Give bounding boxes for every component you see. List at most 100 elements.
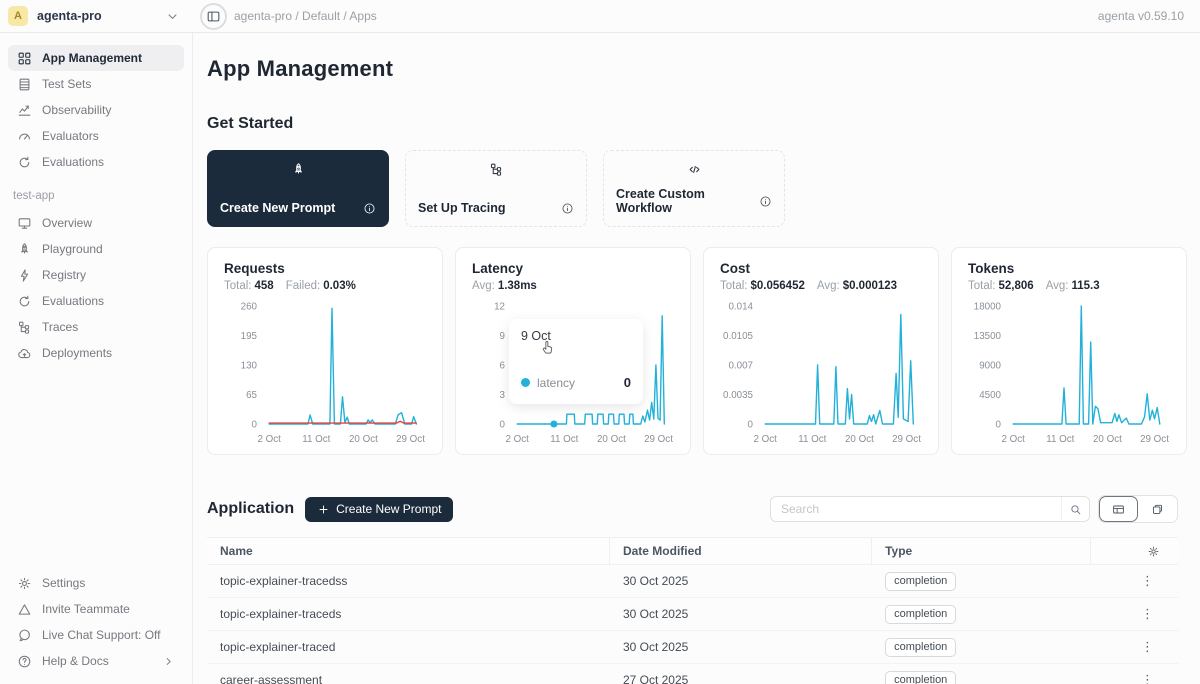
svg-text:2 Oct: 2 Oct (1001, 434, 1025, 445)
view-toggle (1098, 495, 1178, 523)
sidebar-item-live-chat-support-off[interactable]: Live Chat Support: Off (8, 622, 184, 648)
row-menu-button[interactable]: ⋮ (1137, 639, 1158, 655)
column-settings-cell (1091, 538, 1178, 564)
row-menu-button[interactable]: ⋮ (1137, 606, 1158, 622)
actions-cell: ⋮ (1091, 573, 1178, 589)
table-row[interactable]: topic-explainer-tracedss30 Oct 2025compl… (207, 565, 1178, 598)
stat-metric: Avg:115.3 (1046, 280, 1100, 292)
sidebar-item-traces[interactable]: Traces (8, 314, 184, 340)
main-content: App Management Get Started Create New Pr… (193, 33, 1200, 684)
chart-cost[interactable]: 00.00350.0070.01050.0142 Oct11 Oct20 Oct… (720, 298, 922, 448)
stat-card-tokens: TokensTotal:52,806Avg:115.30450090001350… (951, 247, 1187, 455)
row-menu-button[interactable]: ⋮ (1137, 672, 1158, 684)
stat-cards: RequestsTotal:458Failed:0.03%06513019526… (207, 247, 1178, 455)
sidebar-item-label: Evaluations (42, 155, 104, 169)
application-header: Application Create New Prompt (207, 495, 1178, 523)
sidebar-item-deployments[interactable]: Deployments (8, 340, 184, 366)
chart-line-icon (17, 103, 32, 118)
svg-text:20 Oct: 20 Oct (1093, 434, 1122, 445)
stat-card-summary: Total:$0.056452Avg:$0.000123 (720, 280, 922, 292)
type-cell: completion (872, 605, 1090, 624)
svg-text:11 Oct: 11 Oct (302, 434, 330, 445)
monitor-icon (17, 216, 32, 231)
stat-card-title: Cost (720, 261, 922, 276)
svg-text:0: 0 (996, 420, 1002, 431)
table-row[interactable]: topic-explainer-traceds30 Oct 2025comple… (207, 598, 1178, 631)
card-label: Create New Prompt (220, 201, 335, 215)
refresh-icon (17, 155, 32, 170)
column-header-name[interactable]: Name (207, 538, 610, 564)
card-view-icon (1151, 503, 1164, 516)
column-header-type[interactable]: Type (872, 538, 1090, 564)
svg-text:20 Oct: 20 Oct (845, 434, 874, 445)
svg-text:195: 195 (241, 331, 258, 342)
grid-icon (17, 51, 32, 66)
svg-text:0: 0 (748, 420, 754, 431)
table-view-button[interactable] (1099, 496, 1138, 522)
svg-text:3: 3 (500, 390, 506, 401)
sidebar-item-registry[interactable]: Registry (8, 262, 184, 288)
svg-text:0.0105: 0.0105 (723, 331, 754, 342)
stat-card-summary: Total:52,806Avg:115.3 (968, 280, 1170, 292)
sidebar-item-help-docs[interactable]: Help & Docs (8, 648, 184, 674)
svg-text:29 Oct: 29 Oct (892, 434, 921, 445)
sidebar-item-evaluators[interactable]: Evaluators (8, 123, 184, 149)
chart-tokens[interactable]: 04500900013500180002 Oct11 Oct20 Oct29 O… (968, 298, 1170, 448)
sidebar-item-playground[interactable]: Playground (8, 236, 184, 262)
type-badge: completion (885, 572, 956, 591)
actions-cell: ⋮ (1091, 606, 1178, 622)
svg-text:0: 0 (252, 420, 258, 431)
stat-metric: Total:458 (224, 280, 274, 292)
svg-text:18000: 18000 (974, 302, 1002, 313)
sidebar-item-settings[interactable]: Settings (8, 570, 184, 596)
get-started-card-create-new-prompt[interactable]: Create New Prompt (207, 150, 389, 227)
card-view-button[interactable] (1138, 496, 1177, 522)
type-badge: completion (885, 605, 956, 624)
svg-text:29 Oct: 29 Oct (396, 434, 425, 445)
create-new-prompt-button[interactable]: Create New Prompt (305, 497, 453, 522)
svg-text:2 Oct: 2 Oct (753, 434, 777, 445)
triangle-icon (17, 602, 32, 617)
sidebar-item-label: Traces (42, 320, 78, 334)
svg-text:20 Oct: 20 Oct (349, 434, 378, 445)
sidebar-item-invite-teammate[interactable]: Invite Teammate (8, 596, 184, 622)
chevron-right-icon (162, 655, 175, 668)
sidebar-app-nav: OverviewPlaygroundRegistryEvaluations Tra… (8, 210, 184, 366)
svg-text:65: 65 (246, 390, 257, 401)
tree-icon (418, 162, 574, 177)
column-header-date-modified[interactable]: Date Modified (610, 538, 872, 564)
sidebar-item-test-sets[interactable]: Test Sets (8, 71, 184, 97)
breadcrumb[interactable]: agenta-pro / Default / Apps (234, 9, 377, 23)
chevron-down-icon[interactable] (165, 9, 180, 24)
search-icon[interactable] (1061, 497, 1089, 521)
stat-metric: Failed:0.03% (286, 280, 356, 292)
sidebar-toggle-icon (206, 9, 221, 24)
chart-requests[interactable]: 0651301952602 Oct11 Oct20 Oct29 Oct (224, 298, 426, 448)
sidebar-item-evaluations[interactable]: Evaluations (8, 149, 184, 175)
table-row[interactable]: career-assessment27 Oct 2025completion⋮ (207, 664, 1178, 684)
svg-text:2 Oct: 2 Oct (505, 434, 529, 445)
sidebar-item-evaluations[interactable]: Evaluations (8, 288, 184, 314)
gear-icon[interactable] (1147, 545, 1160, 558)
type-badge: completion (885, 671, 956, 684)
app-name-cell: topic-explainer-traceds (207, 607, 610, 621)
type-cell: completion (872, 671, 1090, 684)
stat-card-summary: Total:458 Failed:0.03% (224, 280, 426, 292)
sidebar-item-observability[interactable]: Observability (8, 97, 184, 123)
get-started-card-create-custom-workflow[interactable]: Create Custom Workflow (603, 150, 785, 227)
type-cell: completion (872, 638, 1090, 657)
workspace-selector[interactable]: A agenta-pro (8, 6, 180, 26)
row-menu-button[interactable]: ⋮ (1137, 573, 1158, 589)
sidebar-item-label: Test Sets (42, 77, 91, 91)
sidebar-item-app-management[interactable]: App Management (8, 45, 184, 71)
get-started-card-set-up-tracing[interactable]: Set Up Tracing (405, 150, 587, 227)
table-row[interactable]: topic-explainer-traced30 Oct 2025complet… (207, 631, 1178, 664)
svg-text:29 Oct: 29 Oct (644, 434, 673, 445)
svg-text:0.014: 0.014 (728, 302, 753, 313)
get-started-cards: Create New Prompt Set Up TracingCreate Cu… (207, 150, 1178, 227)
refresh-icon (17, 294, 32, 309)
sidebar-toggle-button[interactable] (200, 3, 227, 30)
svg-text:20 Oct: 20 Oct (597, 434, 626, 445)
search-input[interactable] (770, 496, 1090, 522)
sidebar-item-overview[interactable]: Overview (8, 210, 184, 236)
